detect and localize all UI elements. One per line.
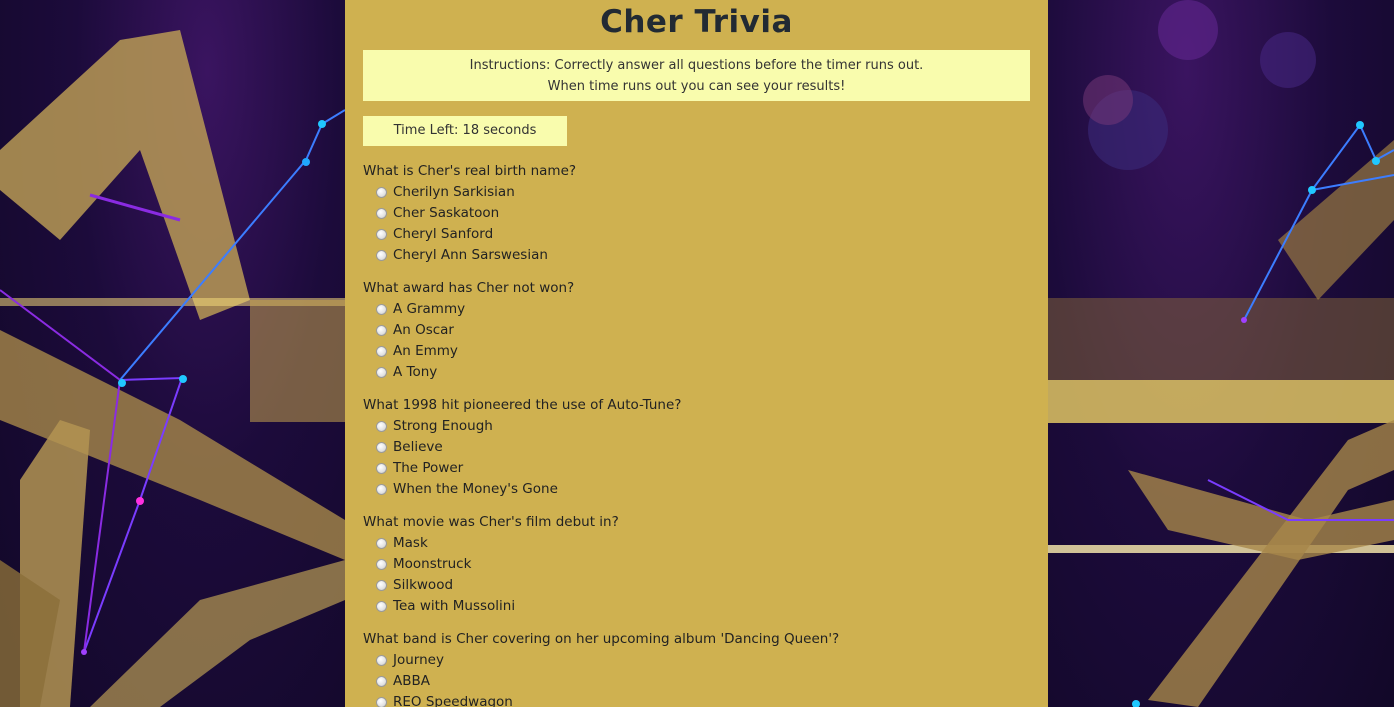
- question-text: What movie was Cher's film debut in?: [363, 514, 619, 530]
- radio-button[interactable]: [376, 484, 387, 495]
- answer-option[interactable]: Cheryl Sanford: [363, 224, 1023, 245]
- answer-option[interactable]: When the Money's Gone: [363, 479, 1023, 500]
- radio-button[interactable]: [376, 559, 387, 570]
- answer-option[interactable]: Believe: [363, 437, 1023, 458]
- question-text: What band is Cher covering on her upcomi…: [363, 631, 840, 647]
- answer-option[interactable]: ABBA: [363, 671, 1023, 692]
- instructions-line-2: When time runs out you can see your resu…: [547, 79, 846, 94]
- radio-button[interactable]: [376, 250, 387, 261]
- question-list: What is Cher's real birth name? Cherilyn…: [363, 161, 1023, 707]
- instructions-box: Instructions: Correctly answer all quest…: [363, 50, 1030, 101]
- radio-button[interactable]: [376, 304, 387, 315]
- answer-label[interactable]: A Tony: [393, 362, 437, 383]
- question-text: What award has Cher not won?: [363, 280, 575, 296]
- question-3: What 1998 hit pioneered the use of Auto-…: [363, 395, 1023, 500]
- radio-button[interactable]: [376, 442, 387, 453]
- background-right: [1048, 0, 1394, 707]
- answer-label[interactable]: Tea with Mussolini: [393, 596, 515, 617]
- answer-label[interactable]: ABBA: [393, 671, 430, 692]
- instructions-line-1: Instructions: Correctly answer all quest…: [469, 58, 924, 73]
- radio-button[interactable]: [376, 697, 387, 707]
- answer-label[interactable]: Journey: [393, 650, 444, 671]
- question-2: What award has Cher not won? A Grammy An…: [363, 278, 1023, 383]
- answer-option[interactable]: REO Speedwagon: [363, 692, 1023, 707]
- answer-option[interactable]: Tea with Mussolini: [363, 596, 1023, 617]
- answer-option[interactable]: Cheryl Ann Sarswesian: [363, 245, 1023, 266]
- radio-button[interactable]: [376, 655, 387, 666]
- answer-option[interactable]: A Tony: [363, 362, 1023, 383]
- radio-button[interactable]: [376, 367, 387, 378]
- answer-label[interactable]: An Emmy: [393, 341, 458, 362]
- answer-label[interactable]: Silkwood: [393, 575, 453, 596]
- radio-button[interactable]: [376, 421, 387, 432]
- answer-option[interactable]: Cherilyn Sarkisian: [363, 182, 1023, 203]
- answer-option[interactable]: Silkwood: [363, 575, 1023, 596]
- answer-label[interactable]: Cherilyn Sarkisian: [393, 182, 515, 203]
- answer-label[interactable]: Cheryl Sanford: [393, 224, 493, 245]
- answer-label[interactable]: Strong Enough: [393, 416, 493, 437]
- answer-label[interactable]: A Grammy: [393, 299, 465, 320]
- answer-label[interactable]: REO Speedwagon: [393, 692, 513, 707]
- timer-display: Time Left: 18 seconds: [363, 116, 567, 146]
- question-1: What is Cher's real birth name? Cherilyn…: [363, 161, 1023, 266]
- question-text: What is Cher's real birth name?: [363, 163, 577, 179]
- answer-option[interactable]: An Oscar: [363, 320, 1023, 341]
- answer-option[interactable]: The Power: [363, 458, 1023, 479]
- radio-button[interactable]: [376, 580, 387, 591]
- question-5: What band is Cher covering on her upcomi…: [363, 629, 1023, 707]
- trivia-panel: Cher Trivia Instructions: Correctly answ…: [345, 0, 1048, 707]
- radio-button[interactable]: [376, 346, 387, 357]
- answer-label[interactable]: Believe: [393, 437, 443, 458]
- answer-option[interactable]: Journey: [363, 650, 1023, 671]
- answer-label[interactable]: When the Money's Gone: [393, 479, 558, 500]
- radio-button[interactable]: [376, 187, 387, 198]
- answer-label[interactable]: The Power: [393, 458, 463, 479]
- answer-option[interactable]: Cher Saskatoon: [363, 203, 1023, 224]
- radio-button[interactable]: [376, 463, 387, 474]
- answer-option[interactable]: An Emmy: [363, 341, 1023, 362]
- page-title: Cher Trivia: [600, 4, 793, 40]
- answer-label[interactable]: Cher Saskatoon: [393, 203, 499, 224]
- radio-button[interactable]: [376, 601, 387, 612]
- answer-label[interactable]: Mask: [393, 533, 428, 554]
- answer-option[interactable]: A Grammy: [363, 299, 1023, 320]
- answer-option[interactable]: Moonstruck: [363, 554, 1023, 575]
- answer-option[interactable]: Mask: [363, 533, 1023, 554]
- answer-label[interactable]: An Oscar: [393, 320, 454, 341]
- background-left: [0, 0, 345, 707]
- decorative-background-art: [1048, 0, 1394, 707]
- radio-button[interactable]: [376, 676, 387, 687]
- radio-button[interactable]: [376, 538, 387, 549]
- answer-option[interactable]: Strong Enough: [363, 416, 1023, 437]
- answer-label[interactable]: Cheryl Ann Sarswesian: [393, 245, 548, 266]
- answer-label[interactable]: Moonstruck: [393, 554, 471, 575]
- radio-button[interactable]: [376, 229, 387, 240]
- radio-button[interactable]: [376, 208, 387, 219]
- question-text: What 1998 hit pioneered the use of Auto-…: [363, 397, 682, 413]
- radio-button[interactable]: [376, 325, 387, 336]
- decorative-background-art: [0, 30, 345, 707]
- question-4: What movie was Cher's film debut in? Mas…: [363, 512, 1023, 617]
